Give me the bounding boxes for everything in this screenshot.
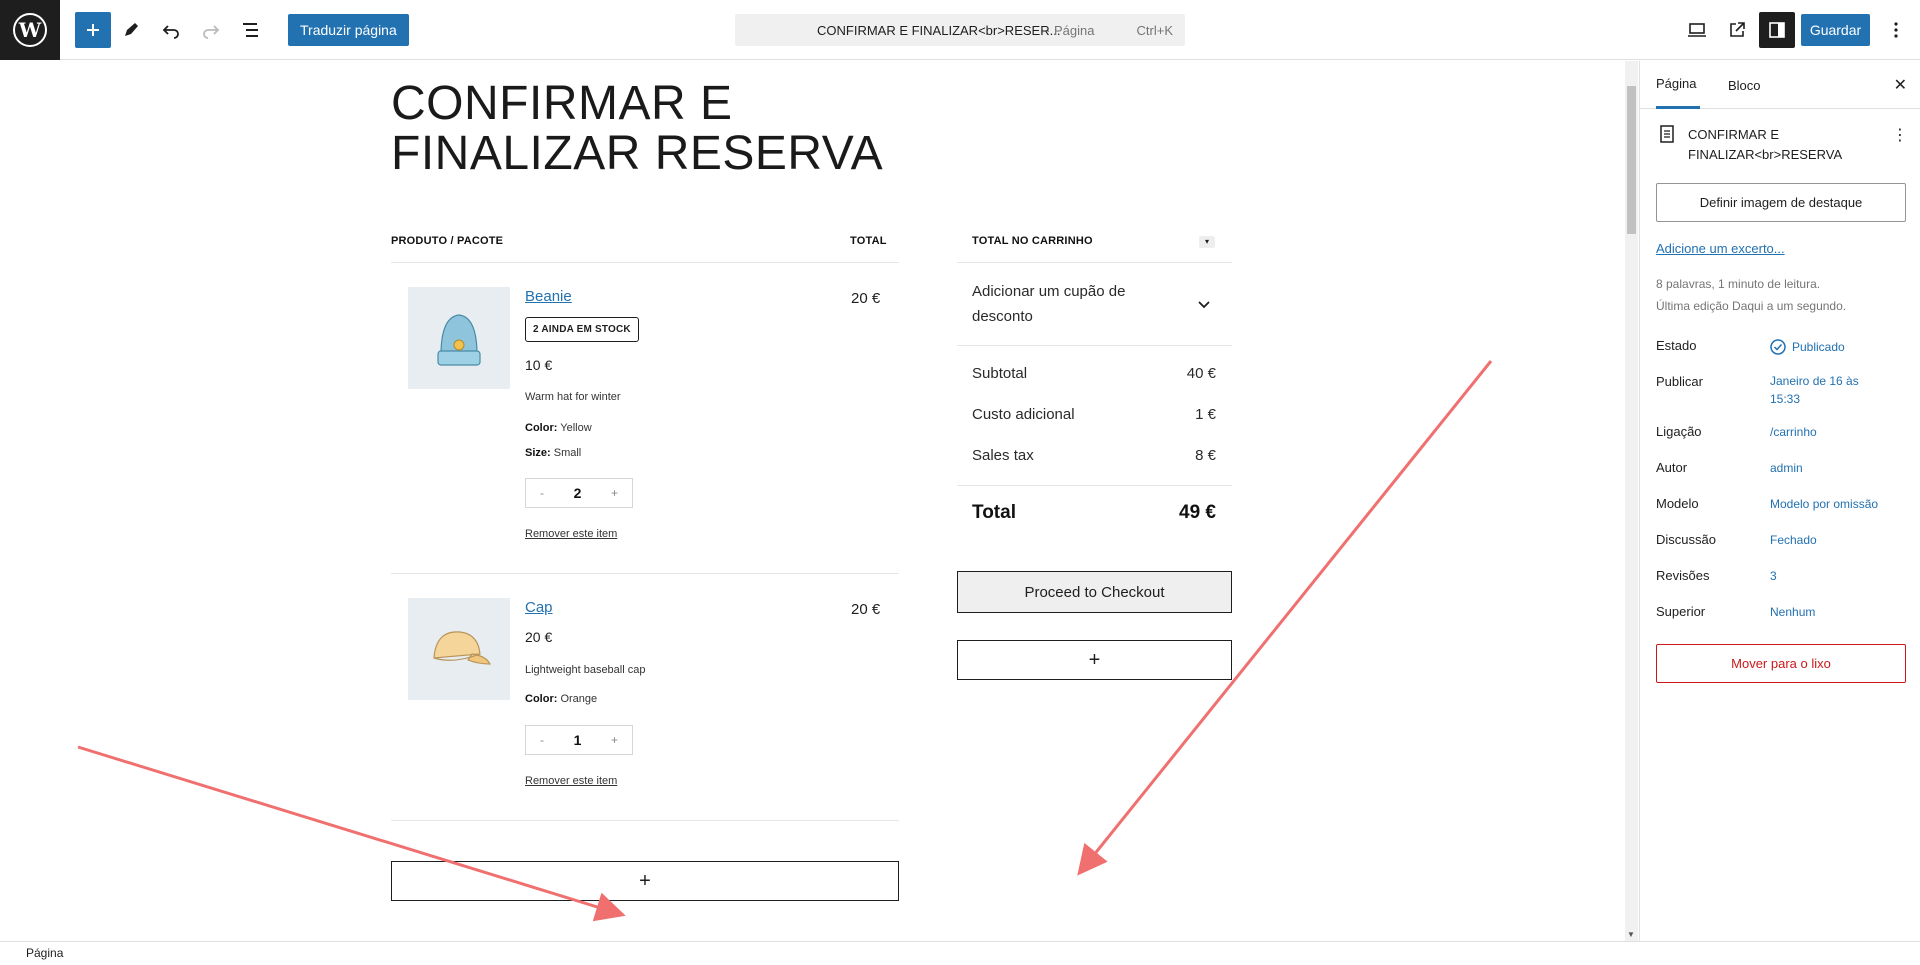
document-bar[interactable]: CONFIRMAR E FINALIZAR<br>RESER... · Pági… [735,14,1185,46]
canvas-scrollbar[interactable]: ▼ [1625,61,1638,941]
add-excerpt-link[interactable]: Adicione um excerto... [1656,241,1785,256]
status-label: Estado [1656,338,1697,353]
tab-page[interactable]: Página [1656,61,1701,109]
view-page-external-icon[interactable] [1719,12,1755,48]
undo-icon[interactable] [153,12,189,48]
close-icon[interactable]: ✕ [1894,75,1907,95]
settings-sidebar: Página Bloco ✕ CONFIRMAR E FINALIZAR<br>… [1639,61,1920,941]
set-featured-image-button[interactable]: Definir imagem de destaque [1656,183,1906,222]
annotation-arrow [77,745,626,922]
revisions-value[interactable]: 3 [1770,567,1777,585]
author-value[interactable]: admin [1770,459,1803,477]
scroll-down-arrow-icon[interactable]: ▼ [1627,930,1635,939]
settings-sidebar-icon[interactable] [1759,12,1795,48]
block-breadcrumb-bar: Página [0,941,1920,965]
translate-page-button[interactable]: Traduzir página [288,14,409,46]
command-shortcut: Ctrl+K [1136,22,1173,38]
add-block-icon[interactable] [75,12,111,48]
link-label: Ligação [1656,424,1702,439]
publish-date-value[interactable]: Janeiro de 16 às 15:33 [1770,372,1860,408]
document-overview-icon[interactable] [233,12,269,48]
parent-label: Superior [1656,604,1706,619]
last-edited: Última edição Daqui a um segundo. [1656,299,1847,313]
discussion-label: Discussão [1656,532,1716,547]
page-document-icon [1659,125,1675,148]
parent-value[interactable]: Nenhum [1770,603,1815,621]
annotation-arrow [1077,360,1493,876]
sidebar-page-title: CONFIRMAR E FINALIZAR<br>RESERVA [1688,127,1843,162]
template-value[interactable]: Modelo por omissão [1770,495,1878,513]
pencil-tool-icon[interactable] [113,12,149,48]
page-actions-icon[interactable]: ⋮ [1892,125,1908,145]
tab-block[interactable]: Bloco [1728,61,1761,109]
link-value[interactable]: /carrinho [1770,423,1817,441]
editor-toolbar: W Traduzir página CONFIRMAR E FINALIZAR<… [0,0,1920,60]
editor-canvas[interactable]: CONFIRMAR E FINALIZAR RESERVA PRODUTO / … [0,61,1625,941]
page-info: 8 palavras, 1 minuto de leitura. Última … [1656,273,1846,317]
wordpress-logo-icon[interactable]: W [0,0,60,60]
redo-icon[interactable] [193,12,229,48]
breadcrumb-page[interactable]: Página [26,946,63,960]
preview-device-icon[interactable] [1679,12,1715,48]
options-menu-icon[interactable] [1878,12,1914,48]
revisions-label: Revisões [1656,568,1710,583]
move-to-trash-button[interactable]: Mover para o lixo [1656,644,1906,683]
scrollbar-thumb[interactable] [1627,86,1636,234]
annotation-arrows [77,360,1493,922]
document-type: · Página [1046,22,1095,38]
sidebar-tabs: Página Bloco ✕ [1640,61,1920,109]
template-label: Modelo [1656,496,1699,511]
author-label: Autor [1656,460,1688,475]
publish-label: Publicar [1656,374,1703,389]
status-value[interactable]: Publicado [1770,338,1845,356]
published-check-icon [1770,339,1786,355]
document-title: CONFIRMAR E FINALIZAR<br>RESER... [817,22,1061,38]
discussion-value[interactable]: Fechado [1770,531,1817,549]
save-button[interactable]: Guardar [1801,14,1870,46]
svg-text:W: W [18,18,42,42]
word-count: 8 palavras, 1 minuto de leitura. [1656,277,1821,291]
